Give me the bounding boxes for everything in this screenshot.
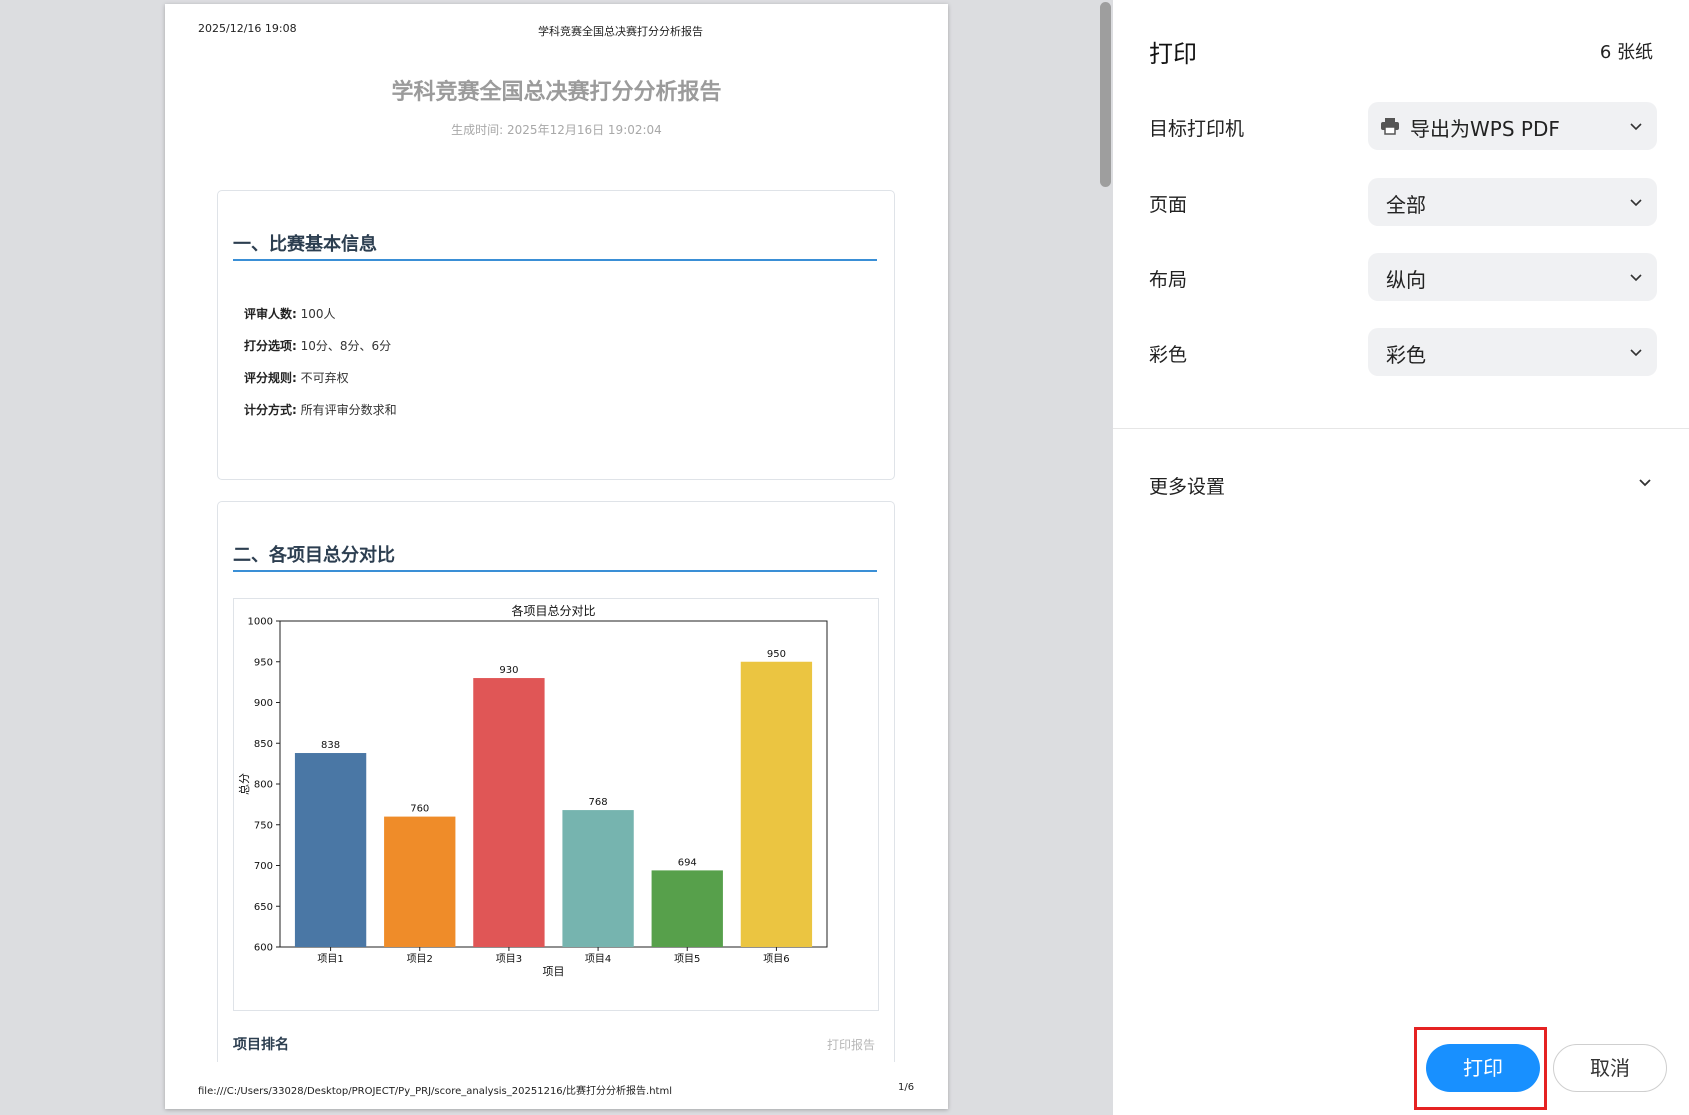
y-tick-label: 600 bbox=[254, 943, 273, 954]
bar bbox=[294, 753, 367, 947]
info-label: 评审人数: bbox=[244, 307, 297, 321]
print-settings-panel: 打印 6 张纸 目标打印机 导出为WPS PDF 页面 全部 布局 纵向 彩色 … bbox=[1113, 0, 1689, 1115]
y-tick-label: 650 bbox=[254, 902, 273, 913]
y-tick-label: 900 bbox=[254, 698, 273, 709]
highlight-box bbox=[1414, 1027, 1547, 1110]
y-tick-label: 850 bbox=[254, 739, 273, 750]
bar bbox=[562, 810, 634, 947]
info-label: 评分规则: bbox=[244, 371, 297, 385]
printer-label: 目标打印机 bbox=[1149, 118, 1245, 140]
x-tick-label: 项目5 bbox=[674, 953, 700, 965]
more-settings-toggle[interactable]: 更多设置 bbox=[1149, 472, 1225, 499]
panel-title: 打印 bbox=[1149, 40, 1197, 68]
info-label: 计分方式: bbox=[244, 403, 297, 417]
info-value: 10分、8分、6分 bbox=[296, 339, 392, 353]
preview-scrollbar[interactable] bbox=[1100, 2, 1111, 187]
pages-value: 全部 bbox=[1386, 193, 1426, 217]
score-comparison-card: 二、各项目总分对比 各项目总分对比 600 650 700 750 800 850 900 95… bbox=[217, 501, 895, 1062]
y-tick-label: 1000 bbox=[248, 617, 273, 628]
section-underline bbox=[233, 259, 877, 261]
basic-info-card: 一、比赛基本信息 评审人数: 100人 打分选项: 10分、8分、6分 评分规则… bbox=[217, 190, 895, 480]
print-report-link: 打印报告 bbox=[827, 1038, 876, 1052]
layout-label: 布局 bbox=[1149, 269, 1188, 291]
info-label: 打分选项: bbox=[244, 339, 297, 353]
color-select[interactable]: 彩色 bbox=[1368, 328, 1657, 376]
page-header-date: 2025/12/16 19:08 bbox=[198, 22, 297, 35]
color-value: 彩色 bbox=[1386, 343, 1426, 367]
y-tick-label: 700 bbox=[254, 861, 273, 872]
section-title-basic-info: 一、比赛基本信息 bbox=[233, 234, 377, 255]
chevron-down-icon bbox=[1629, 269, 1643, 288]
bar bbox=[740, 661, 813, 947]
info-row-rule: 评分规则: 不可弃权 bbox=[244, 369, 349, 386]
bar bbox=[473, 678, 545, 947]
bar-chart: 各项目总分对比 600 650 700 750 800 850 900 950 1000 838 项目… bbox=[237, 603, 828, 978]
info-row-options: 打分选项: 10分、8分、6分 bbox=[244, 337, 391, 354]
bar-value-label: 694 bbox=[678, 857, 697, 868]
info-row-method: 计分方式: 所有评审分数求和 bbox=[244, 401, 397, 418]
x-tick-label: 项目6 bbox=[763, 953, 789, 965]
printer-select[interactable]: 导出为WPS PDF bbox=[1368, 102, 1657, 150]
chevron-down-icon bbox=[1629, 118, 1643, 137]
y-tick-label: 950 bbox=[254, 657, 273, 668]
chevron-down-icon bbox=[1629, 194, 1643, 213]
document-title: 学科竞赛全国总决赛打分分析报告 bbox=[391, 80, 722, 105]
x-tick-label: 项目4 bbox=[585, 953, 611, 965]
y-tick-label: 800 bbox=[254, 780, 273, 791]
info-row-judges: 评审人数: 100人 bbox=[244, 305, 336, 322]
page-header-title: 学科竞赛全国总决赛打分分析报告 bbox=[538, 25, 703, 38]
pages-label: 页面 bbox=[1149, 194, 1188, 216]
section-title-score-comparison: 二、各项目总分对比 bbox=[233, 545, 395, 566]
ranking-title: 项目排名 bbox=[233, 1037, 289, 1053]
color-label: 彩色 bbox=[1149, 344, 1188, 366]
printer-icon bbox=[1380, 116, 1400, 140]
x-tick-label: 项目2 bbox=[407, 953, 433, 965]
bar-value-label: 768 bbox=[589, 797, 608, 808]
pages-select[interactable]: 全部 bbox=[1368, 178, 1657, 226]
x-tick-label: 项目1 bbox=[317, 953, 343, 965]
layout-value: 纵向 bbox=[1386, 268, 1426, 292]
bar-value-label: 838 bbox=[321, 740, 340, 751]
chart-title: 各项目总分对比 bbox=[511, 603, 595, 618]
x-axis-label: 项目 bbox=[543, 965, 565, 978]
info-value: 100人 bbox=[296, 307, 336, 321]
bar-value-label: 950 bbox=[767, 649, 786, 660]
print-preview-area: 2025/12/16 19:08 学科竞赛全国总决赛打分分析报告 学科竞赛全国总… bbox=[0, 0, 1113, 1115]
page-footer-path: file:///C:/Users/33028/Desktop/PROJECT/P… bbox=[198, 1086, 672, 1097]
layout-select[interactable]: 纵向 bbox=[1368, 253, 1657, 301]
chevron-down-icon[interactable] bbox=[1637, 474, 1653, 494]
chevron-down-icon bbox=[1629, 344, 1643, 363]
document-generated-time: 生成时间: 2025年12月16日 19:02:04 bbox=[451, 123, 662, 137]
info-value: 不可弃权 bbox=[296, 371, 349, 385]
x-tick-label: 项目3 bbox=[496, 953, 522, 965]
preview-page: 2025/12/16 19:08 学科竞赛全国总决赛打分分析报告 学科竞赛全国总… bbox=[165, 4, 948, 1109]
y-axis-label: 总分 bbox=[237, 773, 251, 795]
section-underline bbox=[233, 570, 877, 572]
bar-value-label: 760 bbox=[410, 804, 429, 815]
page-footer-number: 1/6 bbox=[898, 1082, 915, 1093]
bar-value-label: 930 bbox=[499, 665, 518, 676]
y-tick-label: 750 bbox=[254, 820, 273, 831]
bar bbox=[384, 816, 456, 947]
chart-container: 各项目总分对比 600 650 700 750 800 850 900 950 1000 838 项目… bbox=[233, 598, 879, 1011]
printer-value: 导出为WPS PDF bbox=[1410, 117, 1560, 141]
cancel-button[interactable]: 取消 bbox=[1553, 1044, 1667, 1092]
bar bbox=[651, 870, 723, 947]
panel-divider bbox=[1113, 428, 1689, 429]
info-value: 所有评审分数求和 bbox=[296, 403, 397, 417]
sheet-count: 6 张纸 bbox=[1599, 42, 1653, 63]
